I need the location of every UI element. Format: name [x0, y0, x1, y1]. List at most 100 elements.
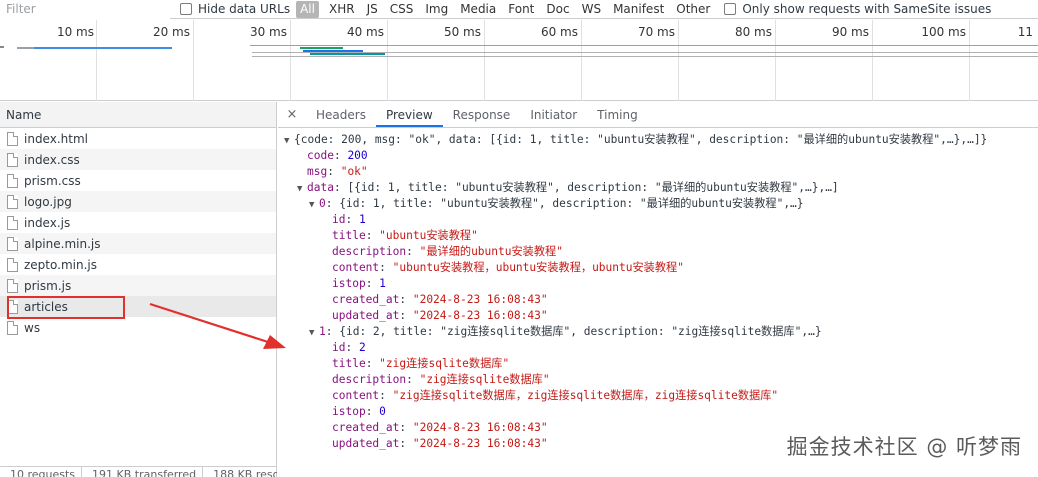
json-key: id	[332, 341, 346, 354]
checkbox-icon[interactable]	[180, 3, 192, 15]
type-filter-css[interactable]: CSS	[384, 1, 420, 18]
json-row: title: "zig连接sqlite数据库"	[332, 357, 510, 370]
hide-data-urls-label: Hide data URLs	[198, 2, 291, 16]
close-icon[interactable]: ×	[278, 102, 306, 127]
json-key: title	[332, 357, 366, 370]
file-icon	[7, 320, 18, 335]
json-row: msg: "ok"	[307, 165, 368, 178]
json-row: created_at: "2024-8-23 16:08:43"	[332, 293, 548, 306]
tick-label: 20 ms	[152, 25, 190, 39]
timeline-gridline	[387, 20, 388, 101]
json-row: istop: 0	[332, 405, 386, 418]
type-filter-doc[interactable]: Doc	[540, 1, 575, 18]
tab-timing[interactable]: Timing	[587, 102, 648, 127]
json-row: title: "ubuntu安装教程"	[332, 229, 478, 242]
file-icon	[7, 173, 18, 188]
expand-triangle-icon[interactable]: ▼	[309, 325, 319, 341]
tick-label: 100 ms	[921, 25, 966, 39]
timeline-gridline	[969, 20, 970, 101]
json-key: description	[332, 373, 407, 386]
request-row[interactable]: ws	[0, 317, 276, 338]
json-value: "ubuntu安装教程，ubuntu安装教程，ubuntu安装教程"	[392, 261, 684, 274]
type-filter-xhr[interactable]: XHR	[323, 1, 361, 18]
json-value: "zig连接sqlite数据库"	[379, 357, 510, 370]
file-icon	[7, 131, 18, 146]
type-filter-all[interactable]: All	[296, 0, 319, 18]
request-name: ws	[24, 320, 41, 335]
timeline-gridline	[484, 20, 485, 101]
tab-preview[interactable]: Preview	[375, 102, 443, 127]
watermark: 掘金技术社区 @ 听梦雨	[786, 435, 1022, 459]
timeline-bar	[17, 47, 34, 49]
request-row[interactable]: prism.css	[0, 170, 276, 191]
network-overview-timeline[interactable]: 10 ms 20 ms 30 ms 40 ms 50 ms 60 ms 70 m…	[0, 20, 1038, 101]
json-preview-tree: ▼ {code: 200, msg: "ok", data: [{id: 1, t…	[278, 128, 1038, 452]
json-row: content: "zig连接sqlite数据库，zig连接sqlite数据库，…	[332, 389, 779, 402]
file-icon	[7, 257, 18, 272]
tab-initiator[interactable]: Initiator	[520, 102, 587, 127]
json-key: created_at	[332, 421, 400, 434]
detail-tabs: × Headers Preview Response Initiator Tim…	[278, 102, 1038, 128]
json-row: updated_at: "2024-8-23 16:08:43"	[332, 309, 548, 322]
json-value: "2024-8-23 16:08:43"	[412, 437, 548, 450]
request-name: alpine.min.js	[24, 236, 101, 251]
file-icon	[7, 236, 18, 251]
json-summary: {id: 2, title: "zig连接sqlite数据库", descrip…	[339, 325, 822, 338]
timeline-gridline	[775, 20, 776, 101]
json-item-0-properties: id: 1 title: "ubuntu安装教程" description: "最详…	[278, 212, 1038, 324]
filter-input[interactable]	[0, 0, 170, 19]
file-icon	[7, 194, 18, 209]
timeline-bar	[300, 47, 343, 49]
type-filter-js[interactable]: JS	[361, 1, 384, 18]
request-row[interactable]: logo.jpg	[0, 191, 276, 212]
type-filter-media[interactable]: Media	[454, 1, 502, 18]
name-column-header[interactable]: Name	[0, 102, 276, 128]
json-value: "zig连接sqlite数据库，zig连接sqlite数据库，zig连接sqli…	[392, 389, 779, 402]
type-filter-img[interactable]: Img	[419, 1, 454, 18]
expand-triangle-icon[interactable]: ▼	[309, 197, 319, 213]
request-row[interactable]: alpine.min.js	[0, 233, 276, 254]
timeline-bar	[34, 47, 172, 49]
tab-headers[interactable]: Headers	[306, 102, 376, 127]
expand-triangle-icon[interactable]: ▼	[284, 133, 294, 149]
type-filter-manifest[interactable]: Manifest	[607, 1, 670, 18]
tick-label: 80 ms	[734, 25, 772, 39]
json-root-row[interactable]: ▼ {code: 200, msg: "ok", data: [{id: 1, t…	[278, 132, 1038, 148]
request-row[interactable]: index.css	[0, 149, 276, 170]
json-key: id	[332, 213, 346, 226]
json-row: description: "最详细的ubuntu安装教程"	[332, 245, 563, 258]
samesite-checkbox[interactable]: Only show requests with SameSite issues	[724, 2, 991, 16]
request-row[interactable]: index.html	[0, 128, 276, 149]
json-item-0-row[interactable]: ▼ 0: {id: 1, title: "ubuntu安装教程", descrip…	[278, 196, 1038, 212]
expand-triangle-icon[interactable]: ▼	[297, 181, 307, 197]
type-filter-font[interactable]: Font	[502, 1, 540, 18]
json-item-1-row[interactable]: ▼ 1: {id: 2, title: "zig连接sqlite数据库", des…	[278, 324, 1038, 340]
json-summary: [{id: 1, title: "ubuntu安装教程", descriptio…	[347, 181, 839, 194]
timeline-gridline	[193, 20, 194, 101]
json-row: code: 200	[307, 149, 368, 162]
tick-label: 50 ms	[443, 25, 481, 39]
request-name: logo.jpg	[24, 194, 72, 209]
type-filter-ws[interactable]: WS	[576, 1, 607, 18]
hide-data-urls-checkbox[interactable]: Hide data URLs	[180, 2, 290, 16]
type-filter-other[interactable]: Other	[670, 1, 716, 18]
annotation-highlight-box	[7, 296, 125, 319]
request-count: 10 requests	[0, 467, 83, 477]
tab-response[interactable]: Response	[443, 102, 521, 127]
json-data-row[interactable]: ▼ data: [{id: 1, title: "ubuntu安装教程", des…	[278, 180, 1038, 196]
json-key: content	[332, 389, 380, 402]
json-row: description: "zig连接sqlite数据库"	[332, 373, 550, 386]
json-value: "2024-8-23 16:08:43"	[412, 309, 548, 322]
json-value: 200	[347, 149, 368, 162]
json-value: "2024-8-23 16:08:43"	[412, 293, 548, 306]
request-row[interactable]: index.js	[0, 212, 276, 233]
resources-size: 188 KB resour	[203, 467, 277, 477]
request-row[interactable]: prism.js	[0, 275, 276, 296]
network-summary-bar: 10 requests191 KB transferred188 KB reso…	[0, 466, 277, 477]
request-row[interactable]: zepto.min.js	[0, 254, 276, 275]
checkbox-icon[interactable]	[724, 3, 737, 15]
json-row: id: 2	[332, 341, 366, 354]
json-value: "最详细的ubuntu安装教程"	[419, 245, 563, 258]
timeline-bar	[0, 46, 4, 48]
json-value: 1	[358, 213, 366, 226]
